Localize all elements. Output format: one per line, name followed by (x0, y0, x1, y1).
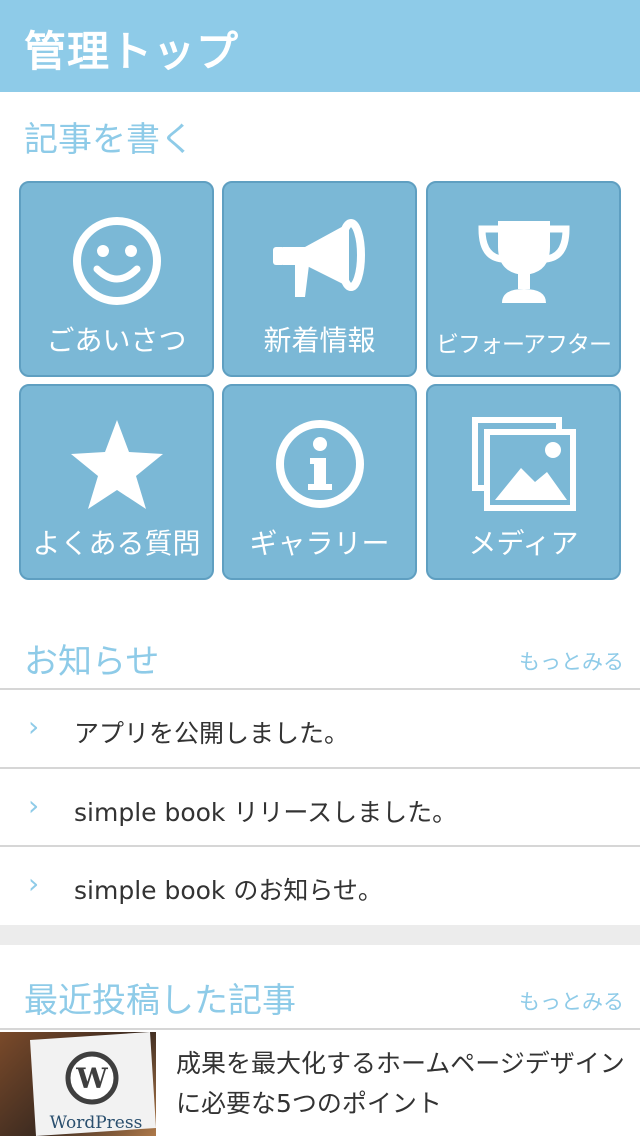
tile-news[interactable]: 新着情報 (222, 181, 417, 377)
star-icon (21, 414, 212, 514)
news-section-title: お知らせ (24, 642, 160, 682)
svg-text:W: W (75, 1062, 108, 1095)
tile-label-greeting: ごあいさつ (46, 324, 187, 357)
article-thumbnail: W WordPress (0, 1032, 156, 1136)
megaphone-icon (224, 211, 415, 311)
trophy-icon (428, 211, 619, 311)
tile-label-media: メディア (468, 527, 579, 560)
tile-label-news: 新着情報 (263, 324, 376, 357)
article-item[interactable]: W WordPress 成果を最大化するホームページデザインに必要な5つのポイン… (0, 1028, 640, 1136)
tile-faq[interactable]: よくある質問 (19, 384, 214, 580)
article-title: 成果を最大化するホームページデザインに必要な5つのポイント (176, 1049, 625, 1118)
tile-media[interactable]: メディア (426, 384, 621, 580)
tile-label-before-after: ビフォーアフター (435, 332, 612, 358)
smiley-icon (21, 211, 212, 311)
write-section-title: 記事を書く (24, 120, 194, 160)
tile-label-gallery: ギャラリー (249, 527, 390, 560)
news-more-link[interactable]: もっとみる (519, 646, 624, 676)
tile-gallery[interactable]: ギャラリー (222, 384, 417, 580)
news-item-text: simple book のお知らせ。 (74, 876, 383, 905)
recent-section-title: 最近投稿した記事 (24, 981, 296, 1021)
chevron-right-icon: › (28, 710, 40, 743)
wordpress-logo-text: WordPress (50, 1113, 143, 1133)
recent-more-link[interactable]: もっとみる (519, 986, 624, 1016)
news-item-text: simple book リリースしました。 (74, 798, 458, 827)
news-item[interactable]: › simple book リリースしました。 (0, 767, 640, 845)
chevron-right-icon: › (28, 867, 40, 900)
news-item-text: アプリを公開しました。 (74, 719, 350, 748)
page-title: 管理トップ (24, 27, 240, 76)
app-header: 管理トップ (0, 0, 640, 92)
tile-before-after[interactable]: ビフォーアフター (426, 181, 621, 377)
news-item[interactable]: › アプリを公開しました。 (0, 688, 640, 766)
images-icon (428, 414, 619, 514)
chevron-right-icon: › (28, 789, 40, 822)
section-separator (0, 925, 640, 945)
info-icon (224, 414, 415, 514)
news-item[interactable]: › simple book のお知らせ。 (0, 845, 640, 923)
tile-label-faq: よくある質問 (32, 527, 201, 560)
tile-greeting[interactable]: ごあいさつ (19, 181, 214, 377)
